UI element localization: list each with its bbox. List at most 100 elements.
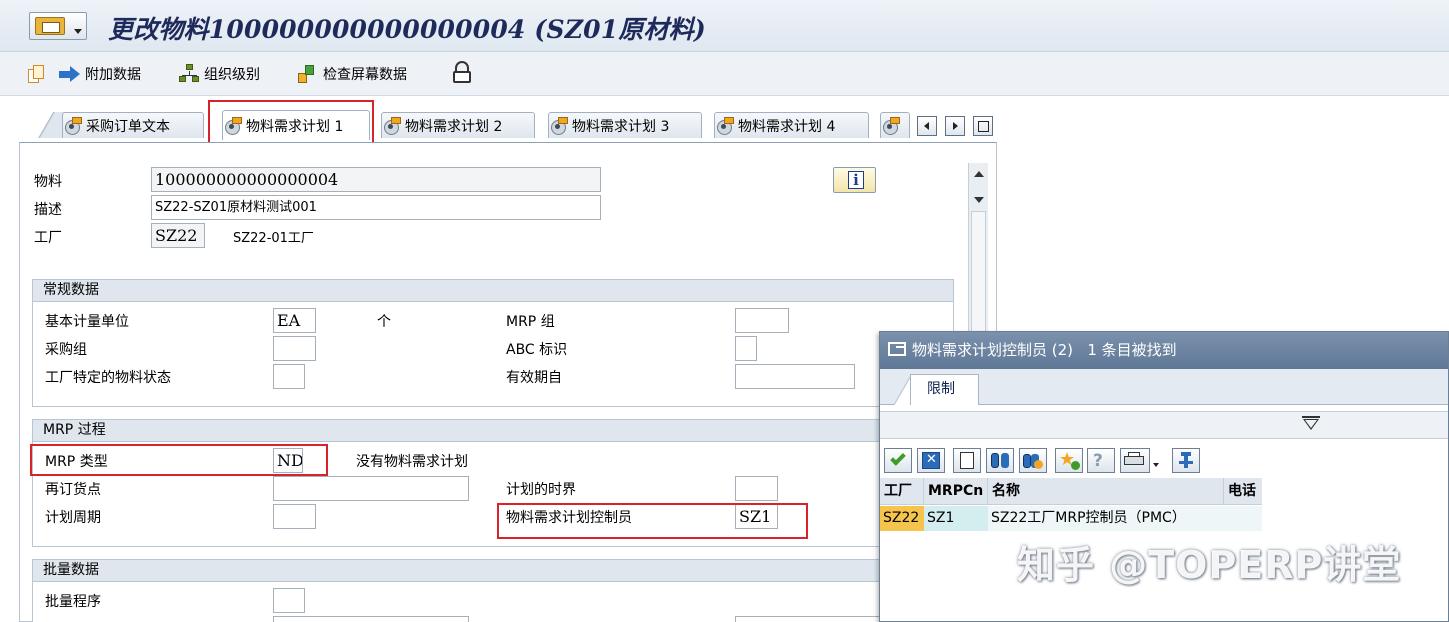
cancel-button[interactable] (917, 448, 945, 473)
check-screen-data-label: 检查屏幕数据 (323, 67, 407, 83)
arrow-right-icon (58, 64, 82, 84)
lot-procedure-field[interactable] (273, 588, 305, 613)
tab-mrp-4[interactable]: 物料需求计划 4 (714, 112, 869, 138)
window-icon (888, 342, 906, 356)
system-menu-icon[interactable] (29, 12, 87, 40)
tab-restrictions[interactable]: 限制 (910, 374, 979, 405)
info-button[interactable]: i (833, 167, 876, 193)
print-dropdown-icon[interactable] (1153, 463, 1159, 467)
popup-filter-bar (880, 411, 1448, 439)
min-lot-size-field[interactable] (273, 616, 469, 622)
valid-from-field[interactable] (735, 364, 855, 389)
description-field[interactable]: SZ22-SZ01原材料测试001 (151, 195, 601, 220)
result-table-header: 工厂 MRPCn 名称 电话 (880, 478, 1262, 505)
column-header-mrpcn[interactable]: MRPCn (924, 478, 988, 505)
scroll-down-icon[interactable] (974, 197, 984, 203)
lock-icon (451, 60, 473, 84)
valid-from-label: 有效期自 (506, 370, 562, 386)
mrp-procedure-group: MRP 过程 MRP 类型 ND 没有物料需求计划 再订货点 计划的时界 计划周… (32, 419, 954, 547)
org-levels-button[interactable]: 组织级别 (179, 63, 260, 85)
tab-label: 采购订单文本 (86, 118, 170, 135)
cell-plant[interactable]: SZ22 (880, 506, 924, 531)
lot-size-group: 批量数据 批量程序 (32, 559, 954, 622)
printer-icon (1124, 456, 1144, 465)
popup-title-bar: 物料需求计划控制员 (2) 1 条目被找到 (880, 332, 1448, 369)
planning-cycle-field[interactable] (273, 504, 316, 529)
cell-mrpcn[interactable]: SZ1 (924, 506, 988, 531)
lot-procedure-label: 批量程序 (45, 594, 101, 610)
tab-content-panel: 物料 100000000000000004 i 描述 SZ22-SZ01原材料测… (19, 142, 997, 622)
lock-button[interactable] (451, 61, 473, 83)
filter-icon[interactable] (1302, 416, 1320, 434)
tab-purchase-order-text[interactable]: 采购订单文本 (62, 112, 204, 138)
lot-size-title: 批量数据 (33, 560, 953, 582)
add-favorite-button[interactable]: ★ (1055, 448, 1083, 473)
general-data-title: 常规数据 (33, 280, 953, 302)
find-button[interactable] (986, 448, 1014, 473)
column-header-name[interactable]: 名称 (988, 478, 1224, 505)
info-icon: i (848, 171, 864, 189)
tab-status-icon (384, 117, 402, 135)
additional-data-button[interactable]: 附加数据 (58, 63, 141, 85)
highlight-mrp-type (30, 444, 328, 476)
tab-strip-edge (30, 112, 66, 138)
tab-next-partial[interactable] (880, 112, 910, 138)
tab-scroll-left-button[interactable] (917, 116, 937, 136)
tab-mrp-3[interactable]: 物料需求计划 3 (548, 112, 702, 138)
purchasing-group-label: 采购组 (45, 342, 87, 358)
tab-status-icon (65, 117, 83, 135)
mrp-group-label: MRP 组 (506, 314, 555, 330)
scroll-up-icon[interactable] (974, 171, 984, 177)
popup-toolbar: ★ ? (880, 445, 1448, 475)
plant-status-field[interactable] (273, 364, 305, 389)
help-button[interactable]: ? (1087, 448, 1115, 473)
views-icon[interactable] (26, 63, 46, 85)
help-icon: ? (1093, 451, 1103, 471)
tab-scroll-right-button[interactable] (945, 116, 965, 136)
checkmark-icon (890, 450, 906, 466)
binoculars-plus-icon (1023, 454, 1031, 468)
document-icon (960, 452, 974, 469)
tab-label: 物料需求计划 3 (572, 118, 670, 135)
new-entry-button[interactable] (953, 448, 981, 473)
binoculars-icon (991, 453, 999, 468)
tab-status-icon (717, 117, 735, 135)
mrp-group-field[interactable] (735, 308, 789, 333)
base-unit-text: 个 (377, 314, 391, 330)
column-header-phone[interactable]: 电话 (1224, 478, 1262, 505)
tab-list-button[interactable] (973, 116, 993, 136)
mrp-type-text: 没有物料需求计划 (356, 454, 468, 470)
material-field[interactable]: 100000000000000004 (151, 167, 601, 192)
check-screen-data-button[interactable]: 检查屏幕数据 (296, 63, 407, 85)
tab-mrp-2[interactable]: 物料需求计划 2 (381, 112, 535, 138)
tab-status-icon (883, 117, 901, 135)
title-bar: 更改物料100000000000000004 (SZ01原材料) (0, 0, 1449, 52)
print-button[interactable] (1120, 448, 1150, 473)
find-next-button[interactable] (1019, 448, 1047, 473)
mrp-procedure-title: MRP 过程 (33, 420, 953, 442)
plant-field[interactable]: SZ22 (151, 223, 205, 248)
highlight-mrp-controller (497, 503, 808, 539)
watermark: 知乎 @TOPERP讲堂 (1017, 543, 1402, 587)
personalize-button[interactable] (1172, 448, 1200, 473)
planning-cycle-label: 计划周期 (45, 510, 101, 526)
reorder-point-field[interactable] (273, 476, 469, 501)
confirm-button[interactable] (884, 448, 912, 473)
application-toolbar: 附加数据 组织级别 检查屏幕数据 (0, 52, 1449, 96)
highlight-active-tab (208, 100, 374, 148)
page-title: 更改物料100000000000000004 (SZ01原材料) (108, 15, 706, 44)
abc-indicator-field[interactable] (735, 336, 757, 361)
popup-tab-strip: 限制 (880, 369, 1448, 405)
purchasing-group-field[interactable] (273, 336, 316, 361)
abc-indicator-label: ABC 标识 (506, 342, 568, 358)
general-data-group: 常规数据 基本计量单位 EA 个 MRP 组 采购组 ABC 标识 工厂特定的物… (32, 279, 954, 407)
column-header-plant[interactable]: 工厂 (880, 478, 924, 505)
time-fence-field[interactable] (735, 476, 778, 501)
base-unit-field[interactable]: EA (273, 308, 316, 333)
additional-data-label: 附加数据 (85, 67, 141, 83)
cell-name[interactable]: SZ22工厂MRP控制员（PMC） (988, 506, 1262, 531)
tab-status-icon (551, 117, 569, 135)
tab-strip: 采购订单文本 物料需求计划 1 物料需求计划 2 物料需求计划 3 物料需求计划… (0, 96, 1000, 148)
check-data-icon (296, 63, 320, 85)
description-label: 描述 (34, 202, 62, 218)
